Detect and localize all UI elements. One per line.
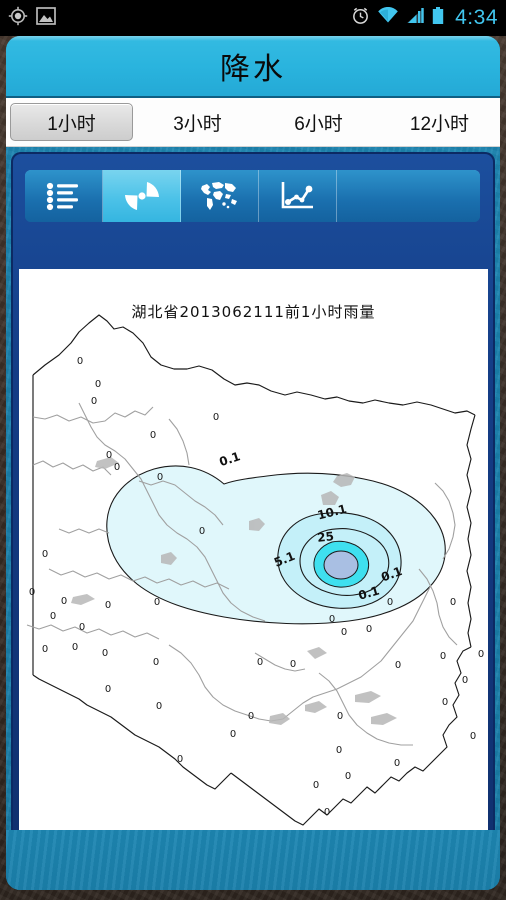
app-window: 降水 1小时 3小时 6小时 12小时 湖北省2013062111前1小时雨量 … xyxy=(6,36,500,890)
status-bar-left-icons xyxy=(8,6,56,31)
station-value: 0 xyxy=(156,701,162,712)
cellular-signal-icon xyxy=(406,7,425,29)
station-value: 0 xyxy=(91,396,97,407)
battery-icon xyxy=(432,6,444,30)
station-value: 0 xyxy=(345,771,351,782)
tab-12-hour[interactable]: 12小时 xyxy=(379,102,500,142)
station-value: 0 xyxy=(105,600,111,611)
station-value: 0 xyxy=(42,644,48,655)
bottom-panel xyxy=(6,830,500,890)
status-bar-right-icons: 4:34 xyxy=(351,6,498,30)
station-value: 0 xyxy=(394,758,400,769)
station-value: 0 xyxy=(79,622,85,633)
station-value: 0 xyxy=(440,651,446,662)
contour-label: 0.1 xyxy=(217,449,242,469)
contour-fill-25.1 xyxy=(323,550,359,580)
content-area: 湖北省2013062111前1小时雨量 0 0 0 0 0 0 0 0 0 0 … xyxy=(6,147,500,890)
station-value: 0 xyxy=(50,611,56,622)
station-value: 0 xyxy=(154,597,160,608)
station-value: 0 xyxy=(341,627,347,638)
station-value: 0 xyxy=(42,549,48,560)
station-value: 0 xyxy=(105,684,111,695)
status-bar-clock: 4:34 xyxy=(455,6,498,29)
station-value: 0 xyxy=(290,659,296,670)
radar-contour-icon[interactable] xyxy=(103,170,181,222)
station-value: 0 xyxy=(336,745,342,756)
station-value: 0 xyxy=(213,412,219,423)
station-value: 0 xyxy=(106,450,112,461)
station-value: 0 xyxy=(462,675,468,686)
station-value: 0 xyxy=(329,614,335,625)
station-value: 0 xyxy=(366,624,372,635)
station-value: 0 xyxy=(102,648,108,659)
wifi-icon xyxy=(377,6,399,29)
station-value: 0 xyxy=(313,780,319,791)
station-value: 0 xyxy=(395,660,401,671)
station-value: 0 xyxy=(114,462,120,473)
tab-1-hour[interactable]: 1小时 xyxy=(10,103,133,141)
station-value: 0 xyxy=(72,642,78,653)
status-bar: 4:34 xyxy=(0,0,506,36)
photo-icon xyxy=(36,6,56,30)
station-value: 0 xyxy=(387,597,393,608)
station-value: 0 xyxy=(470,731,476,742)
station-value: 0 xyxy=(442,697,448,708)
station-value: 0 xyxy=(248,711,254,722)
page-title: 降水 xyxy=(220,53,286,86)
alarm-icon xyxy=(351,6,370,30)
station-value: 0 xyxy=(230,729,236,740)
station-value: 0 xyxy=(95,379,101,390)
app-title-bar: 降水 xyxy=(6,36,500,98)
station-value: 0 xyxy=(478,649,484,660)
tab-3-hour[interactable]: 3小时 xyxy=(137,102,258,142)
station-value: 0 xyxy=(337,711,343,722)
tab-6-hour[interactable]: 6小时 xyxy=(258,102,379,142)
precipitation-map-card[interactable]: 湖北省2013062111前1小时雨量 0 0 0 0 0 0 0 0 0 0 … xyxy=(19,269,488,846)
station-value: 0 xyxy=(77,356,83,367)
list-view-icon[interactable] xyxy=(25,170,103,222)
station-value: 0 xyxy=(157,472,163,483)
station-value: 0 xyxy=(257,657,263,668)
world-map-icon[interactable] xyxy=(181,170,259,222)
station-value: 0 xyxy=(61,596,67,607)
station-value: 0 xyxy=(150,430,156,441)
station-value: 0 xyxy=(153,657,159,668)
station-value: 0 xyxy=(177,754,183,765)
precipitation-contour-map[interactable]: 000000000000 0000 00000000 000 000 0000000000… xyxy=(19,269,488,846)
gps-location-icon xyxy=(8,6,28,31)
content-panel: 湖北省2013062111前1小时雨量 0 0 0 0 0 0 0 0 0 0 … xyxy=(11,152,495,885)
toolbar-empty-space xyxy=(337,170,480,222)
station-value: 0 xyxy=(199,526,205,537)
station-value: 0 xyxy=(29,587,35,598)
line-chart-icon[interactable] xyxy=(259,170,337,222)
station-value: 0 xyxy=(450,597,456,608)
duration-tab-bar: 1小时 3小时 6小时 12小时 xyxy=(6,98,500,147)
station-value: 0 xyxy=(324,807,330,818)
contour-label: 25 xyxy=(317,529,335,545)
view-mode-toolbar xyxy=(25,170,480,222)
